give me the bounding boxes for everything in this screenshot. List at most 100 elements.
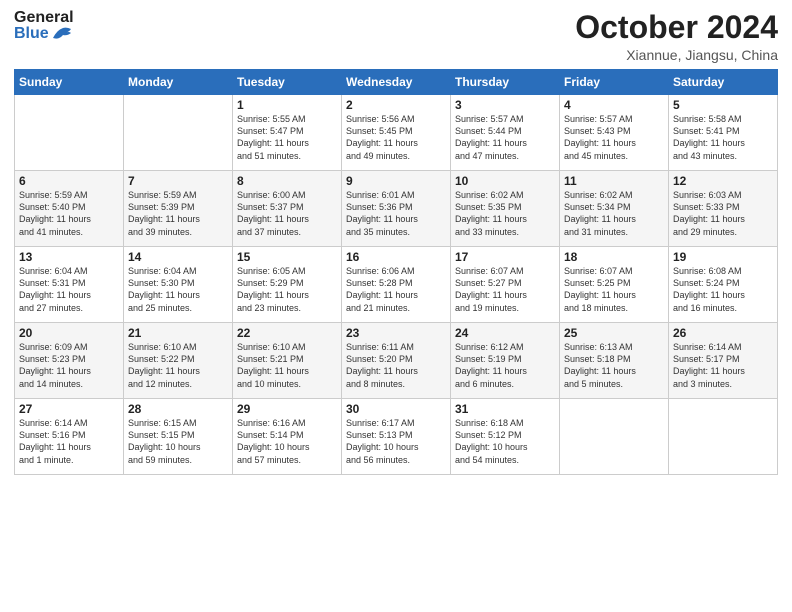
day-number: 6 <box>19 174 119 188</box>
calendar-page: General Blue October 2024 Xiannue, Jiang… <box>0 0 792 612</box>
day-info: Sunrise: 6:16 AM Sunset: 5:14 PM Dayligh… <box>237 417 337 466</box>
day-info: Sunrise: 6:05 AM Sunset: 5:29 PM Dayligh… <box>237 265 337 314</box>
day-number: 24 <box>455 326 555 340</box>
day-cell: 20Sunrise: 6:09 AM Sunset: 5:23 PM Dayli… <box>15 323 124 399</box>
day-info: Sunrise: 6:07 AM Sunset: 5:25 PM Dayligh… <box>564 265 664 314</box>
day-number: 29 <box>237 402 337 416</box>
logo-bird-icon <box>51 26 73 42</box>
day-cell <box>669 399 778 475</box>
day-cell: 19Sunrise: 6:08 AM Sunset: 5:24 PM Dayli… <box>669 247 778 323</box>
header-sunday: Sunday <box>15 70 124 95</box>
day-cell <box>560 399 669 475</box>
day-cell: 11Sunrise: 6:02 AM Sunset: 5:34 PM Dayli… <box>560 171 669 247</box>
header-wednesday: Wednesday <box>342 70 451 95</box>
week-row-2: 6Sunrise: 5:59 AM Sunset: 5:40 PM Daylig… <box>15 171 778 247</box>
header-friday: Friday <box>560 70 669 95</box>
day-number: 30 <box>346 402 446 416</box>
day-info: Sunrise: 6:09 AM Sunset: 5:23 PM Dayligh… <box>19 341 119 390</box>
day-cell: 28Sunrise: 6:15 AM Sunset: 5:15 PM Dayli… <box>124 399 233 475</box>
day-cell: 31Sunrise: 6:18 AM Sunset: 5:12 PM Dayli… <box>451 399 560 475</box>
week-row-5: 27Sunrise: 6:14 AM Sunset: 5:16 PM Dayli… <box>15 399 778 475</box>
day-info: Sunrise: 6:14 AM Sunset: 5:17 PM Dayligh… <box>673 341 773 390</box>
day-info: Sunrise: 6:11 AM Sunset: 5:20 PM Dayligh… <box>346 341 446 390</box>
day-info: Sunrise: 6:02 AM Sunset: 5:34 PM Dayligh… <box>564 189 664 238</box>
day-info: Sunrise: 5:56 AM Sunset: 5:45 PM Dayligh… <box>346 113 446 162</box>
day-info: Sunrise: 6:02 AM Sunset: 5:35 PM Dayligh… <box>455 189 555 238</box>
day-cell: 4Sunrise: 5:57 AM Sunset: 5:43 PM Daylig… <box>560 95 669 171</box>
day-number: 2 <box>346 98 446 112</box>
day-cell: 27Sunrise: 6:14 AM Sunset: 5:16 PM Dayli… <box>15 399 124 475</box>
day-cell: 29Sunrise: 6:16 AM Sunset: 5:14 PM Dayli… <box>233 399 342 475</box>
month-title: October 2024 <box>575 10 778 45</box>
day-cell: 30Sunrise: 6:17 AM Sunset: 5:13 PM Dayli… <box>342 399 451 475</box>
day-number: 23 <box>346 326 446 340</box>
day-cell: 22Sunrise: 6:10 AM Sunset: 5:21 PM Dayli… <box>233 323 342 399</box>
day-cell: 2Sunrise: 5:56 AM Sunset: 5:45 PM Daylig… <box>342 95 451 171</box>
day-number: 1 <box>237 98 337 112</box>
day-cell: 13Sunrise: 6:04 AM Sunset: 5:31 PM Dayli… <box>15 247 124 323</box>
week-row-4: 20Sunrise: 6:09 AM Sunset: 5:23 PM Dayli… <box>15 323 778 399</box>
day-number: 25 <box>564 326 664 340</box>
day-info: Sunrise: 5:58 AM Sunset: 5:41 PM Dayligh… <box>673 113 773 162</box>
header-monday: Monday <box>124 70 233 95</box>
day-number: 3 <box>455 98 555 112</box>
day-number: 8 <box>237 174 337 188</box>
day-number: 4 <box>564 98 664 112</box>
day-info: Sunrise: 6:17 AM Sunset: 5:13 PM Dayligh… <box>346 417 446 466</box>
week-row-1: 1Sunrise: 5:55 AM Sunset: 5:47 PM Daylig… <box>15 95 778 171</box>
day-info: Sunrise: 6:14 AM Sunset: 5:16 PM Dayligh… <box>19 417 119 466</box>
day-cell: 1Sunrise: 5:55 AM Sunset: 5:47 PM Daylig… <box>233 95 342 171</box>
day-cell <box>15 95 124 171</box>
day-cell: 3Sunrise: 5:57 AM Sunset: 5:44 PM Daylig… <box>451 95 560 171</box>
day-info: Sunrise: 6:00 AM Sunset: 5:37 PM Dayligh… <box>237 189 337 238</box>
logo: General Blue <box>14 10 74 42</box>
day-cell: 24Sunrise: 6:12 AM Sunset: 5:19 PM Dayli… <box>451 323 560 399</box>
day-number: 15 <box>237 250 337 264</box>
day-number: 9 <box>346 174 446 188</box>
day-info: Sunrise: 6:12 AM Sunset: 5:19 PM Dayligh… <box>455 341 555 390</box>
day-number: 14 <box>128 250 228 264</box>
header-tuesday: Tuesday <box>233 70 342 95</box>
day-info: Sunrise: 6:07 AM Sunset: 5:27 PM Dayligh… <box>455 265 555 314</box>
day-number: 5 <box>673 98 773 112</box>
day-number: 17 <box>455 250 555 264</box>
day-number: 31 <box>455 402 555 416</box>
day-cell: 18Sunrise: 6:07 AM Sunset: 5:25 PM Dayli… <box>560 247 669 323</box>
day-cell: 15Sunrise: 6:05 AM Sunset: 5:29 PM Dayli… <box>233 247 342 323</box>
week-row-3: 13Sunrise: 6:04 AM Sunset: 5:31 PM Dayli… <box>15 247 778 323</box>
day-info: Sunrise: 6:10 AM Sunset: 5:22 PM Dayligh… <box>128 341 228 390</box>
day-number: 11 <box>564 174 664 188</box>
day-cell: 17Sunrise: 6:07 AM Sunset: 5:27 PM Dayli… <box>451 247 560 323</box>
day-info: Sunrise: 5:57 AM Sunset: 5:44 PM Dayligh… <box>455 113 555 162</box>
day-cell: 8Sunrise: 6:00 AM Sunset: 5:37 PM Daylig… <box>233 171 342 247</box>
day-info: Sunrise: 6:08 AM Sunset: 5:24 PM Dayligh… <box>673 265 773 314</box>
day-number: 20 <box>19 326 119 340</box>
day-info: Sunrise: 6:15 AM Sunset: 5:15 PM Dayligh… <box>128 417 228 466</box>
day-info: Sunrise: 5:55 AM Sunset: 5:47 PM Dayligh… <box>237 113 337 162</box>
day-info: Sunrise: 6:01 AM Sunset: 5:36 PM Dayligh… <box>346 189 446 238</box>
day-cell: 21Sunrise: 6:10 AM Sunset: 5:22 PM Dayli… <box>124 323 233 399</box>
day-info: Sunrise: 6:13 AM Sunset: 5:18 PM Dayligh… <box>564 341 664 390</box>
logo-blue: Blue <box>14 26 49 42</box>
day-cell: 12Sunrise: 6:03 AM Sunset: 5:33 PM Dayli… <box>669 171 778 247</box>
day-number: 21 <box>128 326 228 340</box>
day-cell: 10Sunrise: 6:02 AM Sunset: 5:35 PM Dayli… <box>451 171 560 247</box>
day-number: 7 <box>128 174 228 188</box>
day-cell: 23Sunrise: 6:11 AM Sunset: 5:20 PM Dayli… <box>342 323 451 399</box>
header: General Blue October 2024 Xiannue, Jiang… <box>14 10 778 63</box>
day-number: 28 <box>128 402 228 416</box>
day-cell <box>124 95 233 171</box>
day-number: 10 <box>455 174 555 188</box>
day-info: Sunrise: 6:04 AM Sunset: 5:31 PM Dayligh… <box>19 265 119 314</box>
day-number: 22 <box>237 326 337 340</box>
day-info: Sunrise: 5:59 AM Sunset: 5:40 PM Dayligh… <box>19 189 119 238</box>
day-info: Sunrise: 6:06 AM Sunset: 5:28 PM Dayligh… <box>346 265 446 314</box>
day-info: Sunrise: 6:03 AM Sunset: 5:33 PM Dayligh… <box>673 189 773 238</box>
day-cell: 7Sunrise: 5:59 AM Sunset: 5:39 PM Daylig… <box>124 171 233 247</box>
day-info: Sunrise: 6:18 AM Sunset: 5:12 PM Dayligh… <box>455 417 555 466</box>
day-cell: 16Sunrise: 6:06 AM Sunset: 5:28 PM Dayli… <box>342 247 451 323</box>
day-info: Sunrise: 6:10 AM Sunset: 5:21 PM Dayligh… <box>237 341 337 390</box>
day-info: Sunrise: 6:04 AM Sunset: 5:30 PM Dayligh… <box>128 265 228 314</box>
day-info: Sunrise: 5:59 AM Sunset: 5:39 PM Dayligh… <box>128 189 228 238</box>
day-number: 26 <box>673 326 773 340</box>
